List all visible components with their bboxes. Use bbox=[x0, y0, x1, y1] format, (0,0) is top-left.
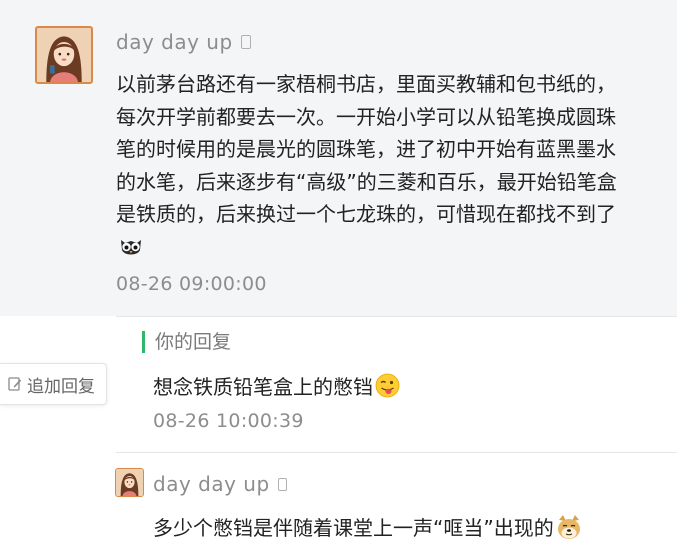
sub-reply-text: 多少个憋铛是伴随着课堂上一声“哐当”出现的 bbox=[153, 512, 582, 541]
owl-emoji bbox=[121, 240, 141, 255]
add-reply-button[interactable]: 追加回复 bbox=[0, 363, 107, 405]
sub-reply-content: 多少个憋铛是伴随着课堂上一声“哐当”出现的 bbox=[153, 516, 554, 540]
comment-line: 笔的时候用的是晨光的圆珠笔，进了初中开始有蓝黑墨水 bbox=[116, 137, 616, 161]
badge-icon bbox=[277, 478, 287, 491]
avatar[interactable] bbox=[35, 26, 93, 84]
author-reply-text: 想念铁质铅笔盒上的憋铛 bbox=[153, 371, 400, 400]
comment-text: 以前茅台路还有一家梧桐书店，里面买教辅和包书纸的， 每次开学前都要去一次。一开始… bbox=[116, 68, 656, 231]
badge-icon bbox=[240, 35, 251, 49]
comment-nickname[interactable]: day day up bbox=[116, 30, 251, 54]
add-reply-label: 追加回复 bbox=[27, 376, 95, 397]
your-reply-label: 你的回复 bbox=[142, 331, 231, 353]
comment-line: 每次开学前都要去一次。一开始小学可以从铅笔换成圆珠 bbox=[116, 104, 616, 129]
author-reply-timestamp: 08-26 10:00:39 bbox=[153, 410, 304, 432]
avatar-illustration bbox=[116, 469, 143, 496]
edit-icon bbox=[8, 377, 22, 391]
author-reply-content: 想念铁质铅笔盒上的憋铛 bbox=[153, 375, 373, 399]
avatar-illustration bbox=[37, 28, 91, 82]
divider bbox=[116, 316, 677, 317]
comment-line: 是铁质的，后来换过一个七龙珠的，可惜现在都找不到了 bbox=[116, 202, 616, 226]
comment-line: 的水笔，后来逐步有“高级”的三菱和百乐，最开始铅笔盒 bbox=[116, 169, 617, 194]
divider bbox=[116, 452, 677, 453]
doge-emoji bbox=[557, 514, 580, 539]
comment-timestamp: 08-26 09:00:00 bbox=[116, 273, 267, 295]
wink-tongue-emoji bbox=[375, 373, 400, 398]
comment-line: 以前茅台路还有一家梧桐书店，里面买教辅和包书纸的， bbox=[116, 72, 616, 96]
avatar[interactable] bbox=[115, 468, 144, 497]
sub-reply-nickname[interactable]: day day up bbox=[153, 472, 287, 496]
